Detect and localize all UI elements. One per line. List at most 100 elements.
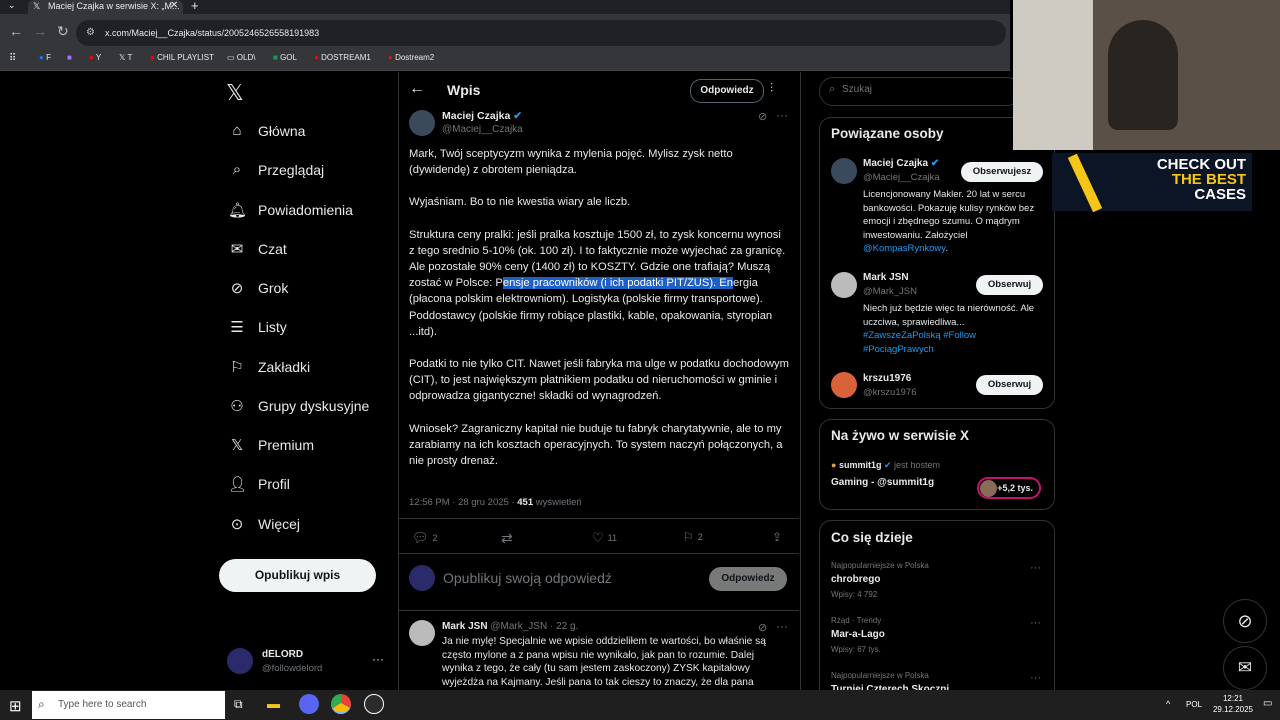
tweet-handle[interactable]: @Maciej__Czajka: [442, 124, 523, 135]
x-logo-icon[interactable]: 𝕏: [226, 80, 244, 106]
grok-icon[interactable]: ⊘: [758, 621, 767, 634]
sidebar-item-chat[interactable]: ✉ Czat: [228, 234, 287, 264]
sidebar-item-bookmarks[interactable]: ⚐ Zakładki: [228, 352, 310, 382]
language-indicator[interactable]: POL: [1186, 700, 1202, 709]
header-reply-button[interactable]: Odpowiedz: [690, 79, 764, 103]
new-tab-icon[interactable]: +: [191, 0, 199, 13]
live-space-name[interactable]: Gaming - @summit1g: [831, 477, 934, 488]
account-menu-icon[interactable]: ···: [372, 652, 384, 666]
avatar[interactable]: [831, 272, 857, 298]
reply-submit-button[interactable]: Odpowiedz: [709, 567, 787, 591]
file-explorer-icon[interactable]: ▬: [267, 696, 280, 711]
bookmark-action[interactable]: ⚐ 2: [683, 530, 703, 544]
search-icon: ⌕: [829, 83, 836, 95]
sidebar-item-notifications[interactable]: 🔔︎ Powiadomienia: [228, 195, 353, 225]
text-selection: ensje pracowników (i ich podatki PIT/ZUS…: [502, 277, 733, 290]
reply-author[interactable]: Mark JSN @Mark_JSN · 22 g.: [442, 621, 578, 632]
sidebar-item-home[interactable]: ⌂ Główna: [228, 116, 305, 146]
more-options-icon[interactable]: ···: [1030, 617, 1041, 629]
repost-action[interactable]: ⇄: [501, 530, 513, 547]
live-host[interactable]: ● summit1g ✔ jest hostem: [831, 460, 940, 471]
tweet-paragraph: Struktura ceny pralki: jeśli pralka kosz…: [409, 228, 786, 338]
person-name[interactable]: Mark JSN: [863, 272, 909, 283]
account-name: dELORD: [262, 649, 304, 660]
bookmark-item[interactable]: ■ GOL: [273, 53, 297, 62]
mail-icon: ✉: [230, 241, 244, 258]
more-options-icon[interactable]: ···: [1030, 672, 1041, 684]
bookmark-item[interactable]: ● DOSTREAM1: [314, 53, 371, 62]
follow-button[interactable]: Obserwuj: [976, 275, 1043, 295]
taskbar-search[interactable]: Type here to search: [32, 691, 225, 719]
reply-icon: 💬︎: [412, 530, 429, 545]
sidebar-item-lists[interactable]: ☰ Listy: [228, 312, 287, 342]
verified-icon: ✔: [513, 110, 523, 122]
windows-start-icon[interactable]: ⊞: [9, 697, 22, 715]
discord-icon[interactable]: [299, 694, 319, 714]
person-handle: @Mark_JSN: [863, 286, 917, 297]
following-button[interactable]: Obserwujesz: [961, 162, 1043, 182]
settings-sliders-icon[interactable]: ⫶: [770, 81, 773, 96]
person-name[interactable]: krszu1976: [863, 373, 911, 384]
trend-context: Najpopularniejsze w Polska: [831, 561, 929, 570]
avatar[interactable]: [831, 158, 857, 184]
sidebar-item-communities[interactable]: ⚇ Grupy dyskusyjne: [228, 391, 369, 421]
verified-icon: ✔: [883, 460, 892, 470]
avatar[interactable]: [409, 620, 435, 646]
reply-action[interactable]: 💬︎ 2: [412, 530, 438, 546]
trends-title: Co się dzieje: [831, 530, 913, 545]
forward-icon[interactable]: →: [33, 23, 47, 39]
tray-chevron-icon[interactable]: ^: [1166, 699, 1170, 709]
trend-name[interactable]: Mar-a-Lago: [831, 629, 885, 640]
address-bar[interactable]: x.com/Maciej__Czajka/status/200524652655…: [76, 20, 1006, 46]
person-name[interactable]: Maciej Czajka ✔: [863, 158, 939, 169]
reload-icon[interactable]: ↻: [57, 23, 69, 40]
more-options-icon[interactable]: ···: [1030, 562, 1041, 574]
chrome-icon[interactable]: [331, 694, 351, 714]
messages-float-icon[interactable]: ✉: [1223, 646, 1267, 690]
grok-icon[interactable]: ⊘: [758, 110, 767, 123]
back-arrow-icon[interactable]: ←: [409, 80, 425, 98]
sidebar-item-premium[interactable]: 𝕏 Premium: [228, 430, 314, 460]
browser-tab[interactable]: Maciej Czajka w serwisie X: „M...: [28, 0, 183, 14]
post-button[interactable]: Opublikuj wpis: [219, 559, 376, 592]
bookmarks-bar: ⠿ ● F ■ ● Y 𝕏 T ● CHIL PLAYLIST ▭ OLD\ ■…: [0, 46, 1010, 71]
bookmark-item[interactable]: ■: [67, 53, 72, 62]
bookmark-item[interactable]: ▭ OLD\: [227, 53, 255, 62]
trend-name[interactable]: chrobrego: [831, 574, 880, 585]
reply-text: Ja nie mylę! Specjalnie we wpisie oddzie…: [442, 636, 766, 688]
bookmark-item[interactable]: ● Dostream2: [388, 53, 434, 62]
tweet-author[interactable]: Maciej Czajka ✔: [442, 110, 522, 122]
avatar[interactable]: [409, 110, 435, 136]
task-view-icon[interactable]: ⧉: [234, 697, 243, 712]
reply-input[interactable]: Opublikuj swoją odpowiedź: [443, 570, 612, 586]
sidebar-item-profile[interactable]: 👤︎ Profil: [228, 469, 290, 499]
apps-grid-icon[interactable]: ⠿: [9, 53, 16, 64]
more-options-icon[interactable]: ···: [776, 619, 788, 633]
more-options-icon[interactable]: ···: [776, 108, 788, 122]
page-title: Wpis: [447, 82, 481, 98]
search-input[interactable]: Szukaj: [842, 84, 872, 95]
follow-button[interactable]: Obserwuj: [976, 375, 1043, 395]
like-action[interactable]: ♡ 11: [592, 530, 617, 546]
avatar[interactable]: [227, 648, 253, 674]
bookmark-item[interactable]: ● F: [39, 53, 51, 62]
close-tab-icon[interactable]: ✕: [170, 0, 178, 11]
sidebar-item-grok[interactable]: ⊘ Grok: [228, 273, 289, 303]
share-action[interactable]: ⇪: [772, 530, 782, 544]
sidebar-item-explore[interactable]: ⌕ Przeglądaj: [228, 155, 324, 185]
site-info-icon[interactable]: ⚙: [86, 27, 95, 38]
bookmark-item[interactable]: ● Y: [89, 53, 101, 62]
tab-list-icon[interactable]: ⌄: [8, 0, 16, 11]
tweet-text: Mark, Twój sceptycyzm wynika z mylenia p…: [409, 146, 789, 485]
avatar[interactable]: [831, 372, 857, 398]
grok-float-icon[interactable]: ⊘: [1223, 599, 1267, 643]
clock[interactable]: 12:21 29.12.2025: [1208, 693, 1258, 715]
bookmark-item[interactable]: ● CHIL PLAYLIST: [150, 53, 214, 62]
bookmark-icon: ⚐: [230, 359, 244, 376]
sidebar-item-more[interactable]: ⊙ Więcej: [228, 509, 300, 539]
back-icon[interactable]: ←: [9, 23, 23, 39]
notifications-icon[interactable]: ▭: [1263, 698, 1272, 709]
bookmark-item[interactable]: 𝕏 T: [119, 53, 132, 62]
trend-context: Najpopularniejsze w Polska: [831, 671, 929, 680]
obs-icon[interactable]: [364, 694, 384, 714]
